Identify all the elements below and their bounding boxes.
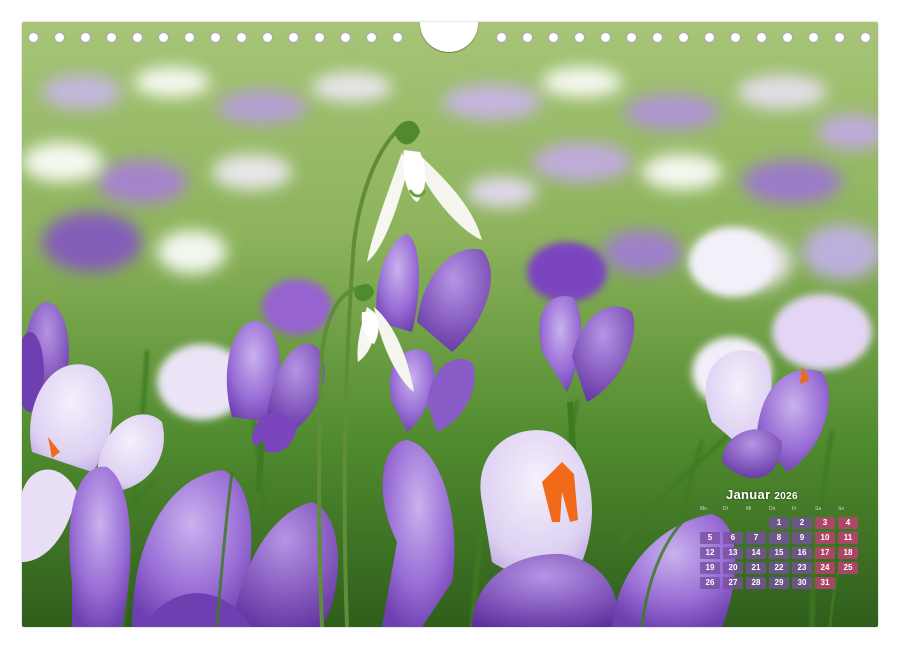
weekday-label: Mi [746,506,752,512]
calendar-day: 3 [815,517,835,529]
weekday-label: Fr [792,506,797,512]
binding-hole [652,32,663,43]
calendar-month: Januar [726,487,771,502]
calendar-page: Januar 2026 Mo Di Mi Do Fr Sa So 1 2 3 4 5 6 7 8 9 10 11… [0,0,899,648]
binding-hole [704,32,715,43]
binding-hole [132,32,143,43]
binding-hole [574,32,585,43]
calendar-day: 12 [700,547,720,559]
binding-hole [860,32,871,43]
calendar-day: 2 [792,517,812,529]
binding-hole [834,32,845,43]
calendar-day [838,577,858,589]
binding-hole [548,32,559,43]
calendar-day: 18 [838,547,858,559]
calendar-day: 21 [746,562,766,574]
weekday-label: Mo [700,506,707,512]
calendar-day [746,517,766,529]
calendar-title: Januar 2026 [726,487,798,502]
binding-hole [262,32,273,43]
calendar-day: 22 [769,562,789,574]
weekday-label: Do [769,506,776,512]
calendar-day: 28 [746,577,766,589]
calendar-day: 17 [815,547,835,559]
binding-hole [158,32,169,43]
calendar-day: 30 [792,577,812,589]
calendar-day: 8 [769,532,789,544]
calendar-day: 7 [746,532,766,544]
binding-hole [366,32,377,43]
calendar-day: 15 [769,547,789,559]
calendar-day: 11 [838,532,858,544]
calendar-day: 26 [700,577,720,589]
calendar-day: 16 [792,547,812,559]
binding-hole [678,32,689,43]
binding-hole [782,32,793,43]
binding-hole [626,32,637,43]
binding-hole [106,32,117,43]
calendar-weekdays: Mo Di Mi Do Fr Sa So [700,506,858,512]
calendar-day [723,517,743,529]
calendar-day: 4 [838,517,858,529]
calendar-day: 23 [792,562,812,574]
binding-hole [756,32,767,43]
binding-hole [392,32,403,43]
calendar-day: 25 [838,562,858,574]
calendar-day: 31 [815,577,835,589]
binding-hole [28,32,39,43]
binding-hole [340,32,351,43]
spiral-binding [22,22,878,56]
calendar-day: 1 [769,517,789,529]
weekday-label: Sa [815,506,822,512]
calendar-day: 27 [723,577,743,589]
binding-hole [600,32,611,43]
calendar-day: 9 [792,532,812,544]
calendar-grid: 1 2 3 4 5 6 7 8 9 10 11 12 13 14 15 16 17 18 19 20 21 22 23 24 2… [700,517,858,589]
binding-hole [288,32,299,43]
hanger-cutout [420,22,478,52]
binding-hole [210,32,221,43]
binding-hole [184,32,195,43]
weekday-label: So [838,506,845,512]
calendar-day [700,517,720,529]
binding-hole [80,32,91,43]
binding-hole [808,32,819,43]
binding-hole [522,32,533,43]
calendar-day: 19 [700,562,720,574]
binding-hole [496,32,507,43]
calendar-day: 5 [700,532,720,544]
calendar-day: 10 [815,532,835,544]
calendar-day: 29 [769,577,789,589]
calendar-day: 14 [746,547,766,559]
calendar-day: 24 [815,562,835,574]
calendar-day: 20 [723,562,743,574]
binding-hole [314,32,325,43]
month-calendar: Januar 2026 Mo Di Mi Do Fr Sa So 1 2 3 4 5 6 7 8 9 10 11… [700,487,860,597]
binding-hole [54,32,65,43]
calendar-day: 13 [723,547,743,559]
calendar-year: 2026 [774,491,798,502]
binding-hole [236,32,247,43]
weekday-label: Di [723,506,728,512]
calendar-day: 6 [723,532,743,544]
binding-hole [730,32,741,43]
